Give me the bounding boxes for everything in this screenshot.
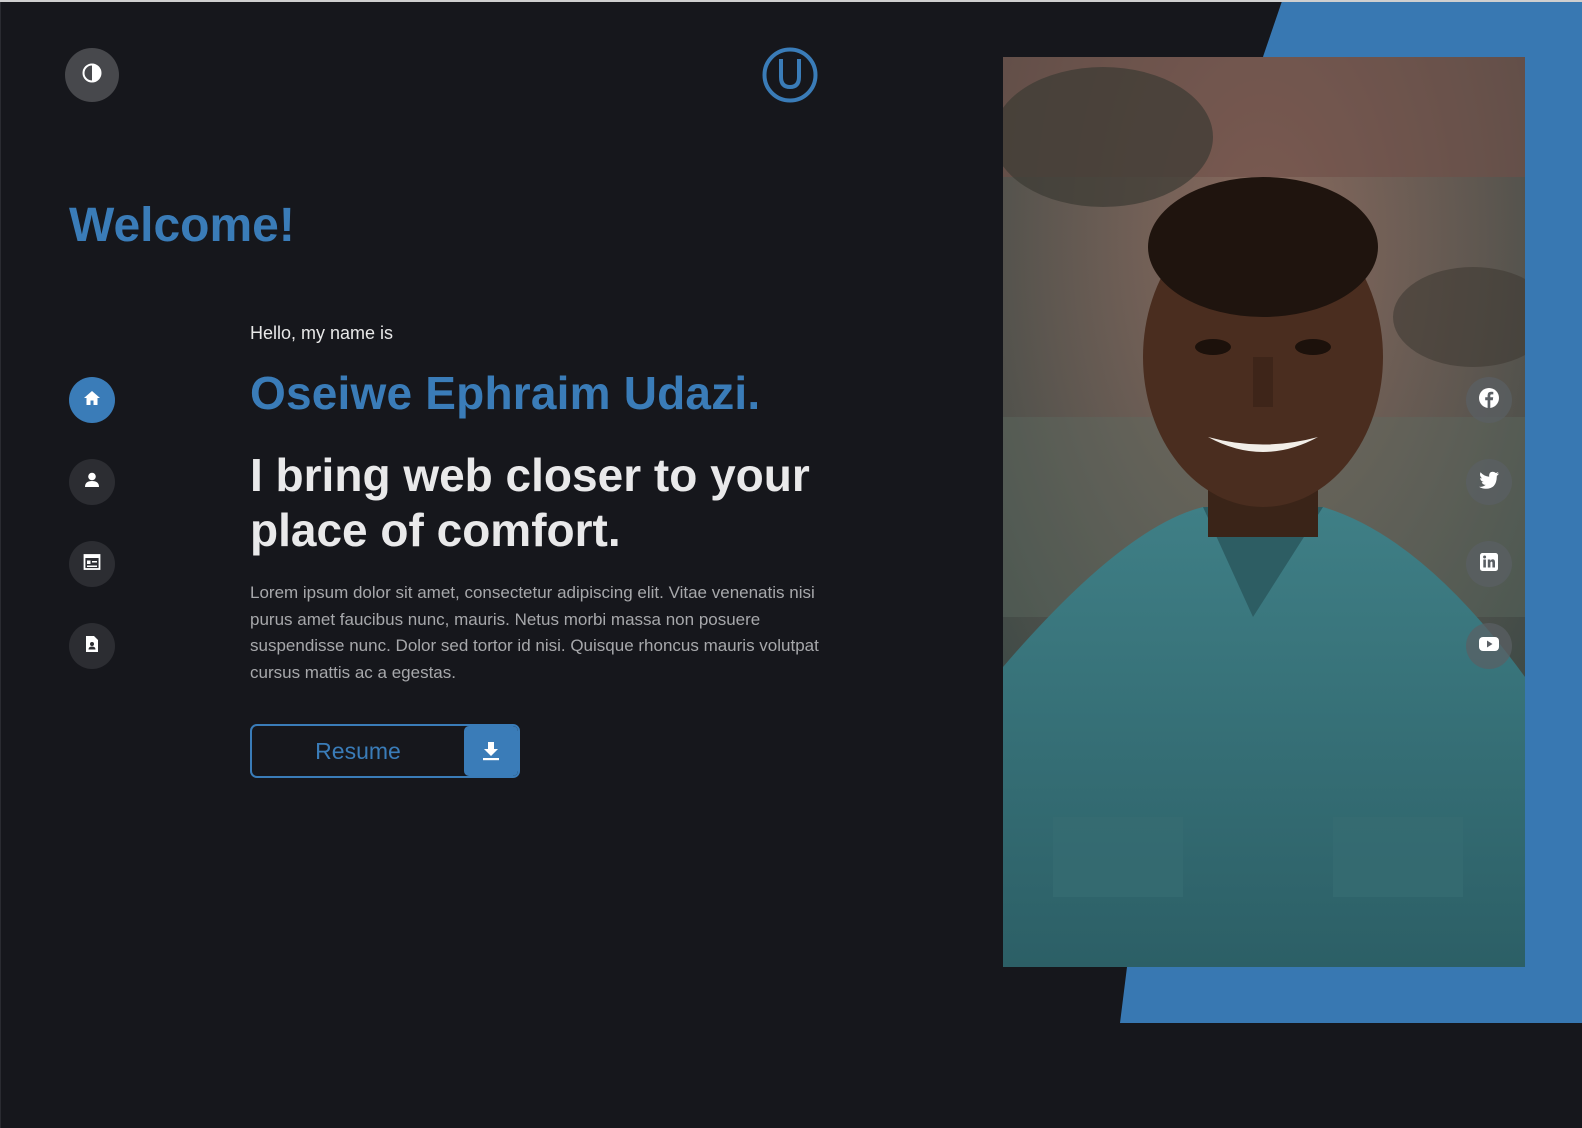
- home-icon: [82, 388, 102, 412]
- nav-item-home[interactable]: [69, 377, 115, 423]
- person-name: Oseiwe Ephraim Udazi.: [250, 367, 761, 419]
- greeting-text: Hello, my name is: [250, 323, 394, 343]
- user-icon: [82, 470, 102, 494]
- nav-item-about[interactable]: [69, 459, 115, 505]
- u-logo-icon[interactable]: [762, 47, 818, 103]
- resume-button-label: Resume: [315, 737, 401, 764]
- intro-paragraph: Lorem ipsum dolor sit amet, consectetur …: [250, 583, 819, 682]
- twitter-icon: [1478, 470, 1500, 494]
- linkedin-icon: [1479, 552, 1499, 576]
- twitter-link[interactable]: [1466, 459, 1512, 505]
- contrast-icon: [82, 63, 102, 87]
- youtube-icon: [1478, 636, 1500, 656]
- side-nav: [69, 377, 115, 705]
- youtube-link[interactable]: [1466, 623, 1512, 669]
- nav-item-resume[interactable]: [69, 623, 115, 669]
- facebook-link[interactable]: [1466, 377, 1512, 423]
- document-icon: [82, 634, 102, 658]
- social-links: [1466, 377, 1512, 705]
- facebook-icon: [1478, 387, 1500, 413]
- tagline-heading: I bring web closer to your place of comf…: [250, 449, 810, 556]
- portfolio-icon: [82, 552, 102, 576]
- theme-toggle-button[interactable]: [65, 48, 119, 102]
- linkedin-link[interactable]: [1466, 541, 1512, 587]
- profile-photo: [1003, 57, 1525, 967]
- download-icon: [464, 726, 518, 776]
- nav-item-portfolio[interactable]: [69, 541, 115, 587]
- resume-download-button[interactable]: Resume: [250, 724, 520, 778]
- welcome-heading: Welcome!: [69, 199, 295, 252]
